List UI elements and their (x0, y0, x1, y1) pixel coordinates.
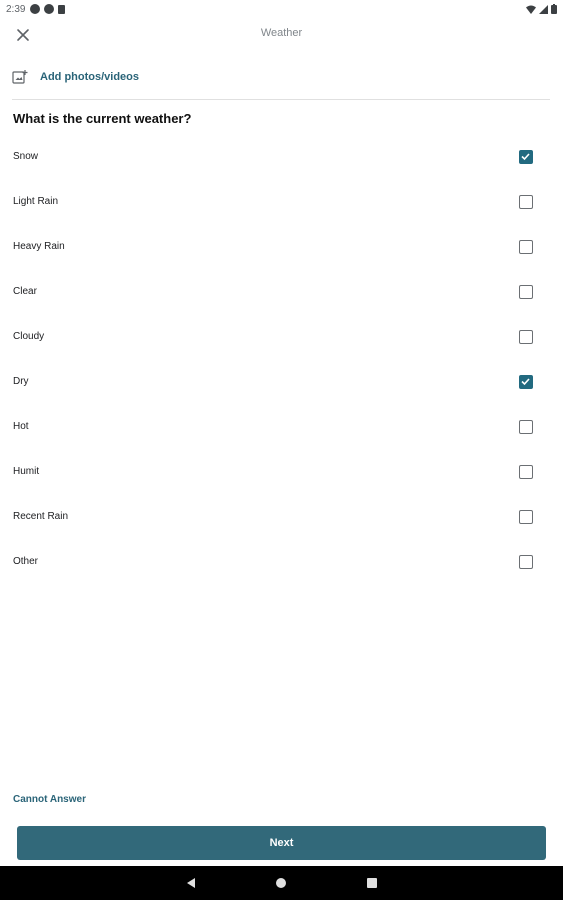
option-snow[interactable]: Snow (0, 134, 563, 179)
question-title: What is the current weather? (13, 111, 192, 126)
option-label: Dry (13, 376, 29, 387)
status-bar: 2:39 (0, 0, 563, 18)
option-label: Other (13, 556, 39, 567)
option-light-rain[interactable]: Light Rain (0, 179, 563, 224)
option-label: Light Rain (13, 196, 59, 207)
option-humit[interactable]: Humit (0, 449, 563, 494)
home-icon[interactable] (276, 878, 286, 888)
checkbox[interactable] (519, 374, 533, 389)
option-clear[interactable]: Clear (0, 269, 563, 314)
checkbox[interactable] (519, 554, 533, 569)
next-button[interactable]: Next (17, 826, 546, 860)
option-hot[interactable]: Hot (0, 404, 563, 449)
cannot-answer-link[interactable]: Cannot Answer (13, 794, 86, 805)
back-icon[interactable] (185, 877, 197, 889)
sync-icon (44, 4, 55, 14)
option-label: Snow (13, 151, 39, 162)
signal-icon (539, 4, 548, 14)
recents-icon[interactable] (367, 878, 377, 888)
divider (12, 99, 550, 100)
wifi-icon (526, 5, 536, 14)
sd-card-icon (58, 4, 66, 14)
add-photos-label: Add photos/videos (40, 71, 139, 83)
checkbox[interactable] (519, 509, 533, 524)
option-label: Recent Rain (13, 511, 69, 522)
checkbox[interactable] (519, 419, 533, 434)
checkbox[interactable] (519, 149, 533, 164)
add-photo-icon (12, 70, 28, 84)
checkbox[interactable] (519, 464, 533, 479)
navigation-bar (0, 866, 563, 900)
option-label: Humit (13, 466, 40, 477)
checkbox[interactable] (519, 239, 533, 254)
app-bar: Weather (0, 18, 563, 50)
checkbox[interactable] (519, 284, 533, 299)
status-time: 2:39 (6, 3, 26, 15)
checkbox[interactable] (519, 329, 533, 344)
checkbox[interactable] (519, 194, 533, 209)
add-photos-button[interactable]: Add photos/videos (12, 69, 139, 85)
option-label: Clear (13, 286, 37, 297)
option-recent-rain[interactable]: Recent Rain (0, 494, 563, 539)
option-label: Hot (13, 421, 29, 432)
option-other[interactable]: Other (0, 539, 563, 584)
option-label: Heavy Rain (13, 241, 65, 252)
notification-icon (30, 4, 41, 14)
option-dry[interactable]: Dry (0, 359, 563, 404)
battery-icon (551, 4, 557, 14)
option-cloudy[interactable]: Cloudy (0, 314, 563, 359)
option-heavy-rain[interactable]: Heavy Rain (0, 224, 563, 269)
options-list: Snow Light Rain Heavy Rain Clear Cloudy … (0, 134, 563, 584)
option-label: Cloudy (13, 331, 45, 342)
page-title: Weather (260, 27, 303, 39)
